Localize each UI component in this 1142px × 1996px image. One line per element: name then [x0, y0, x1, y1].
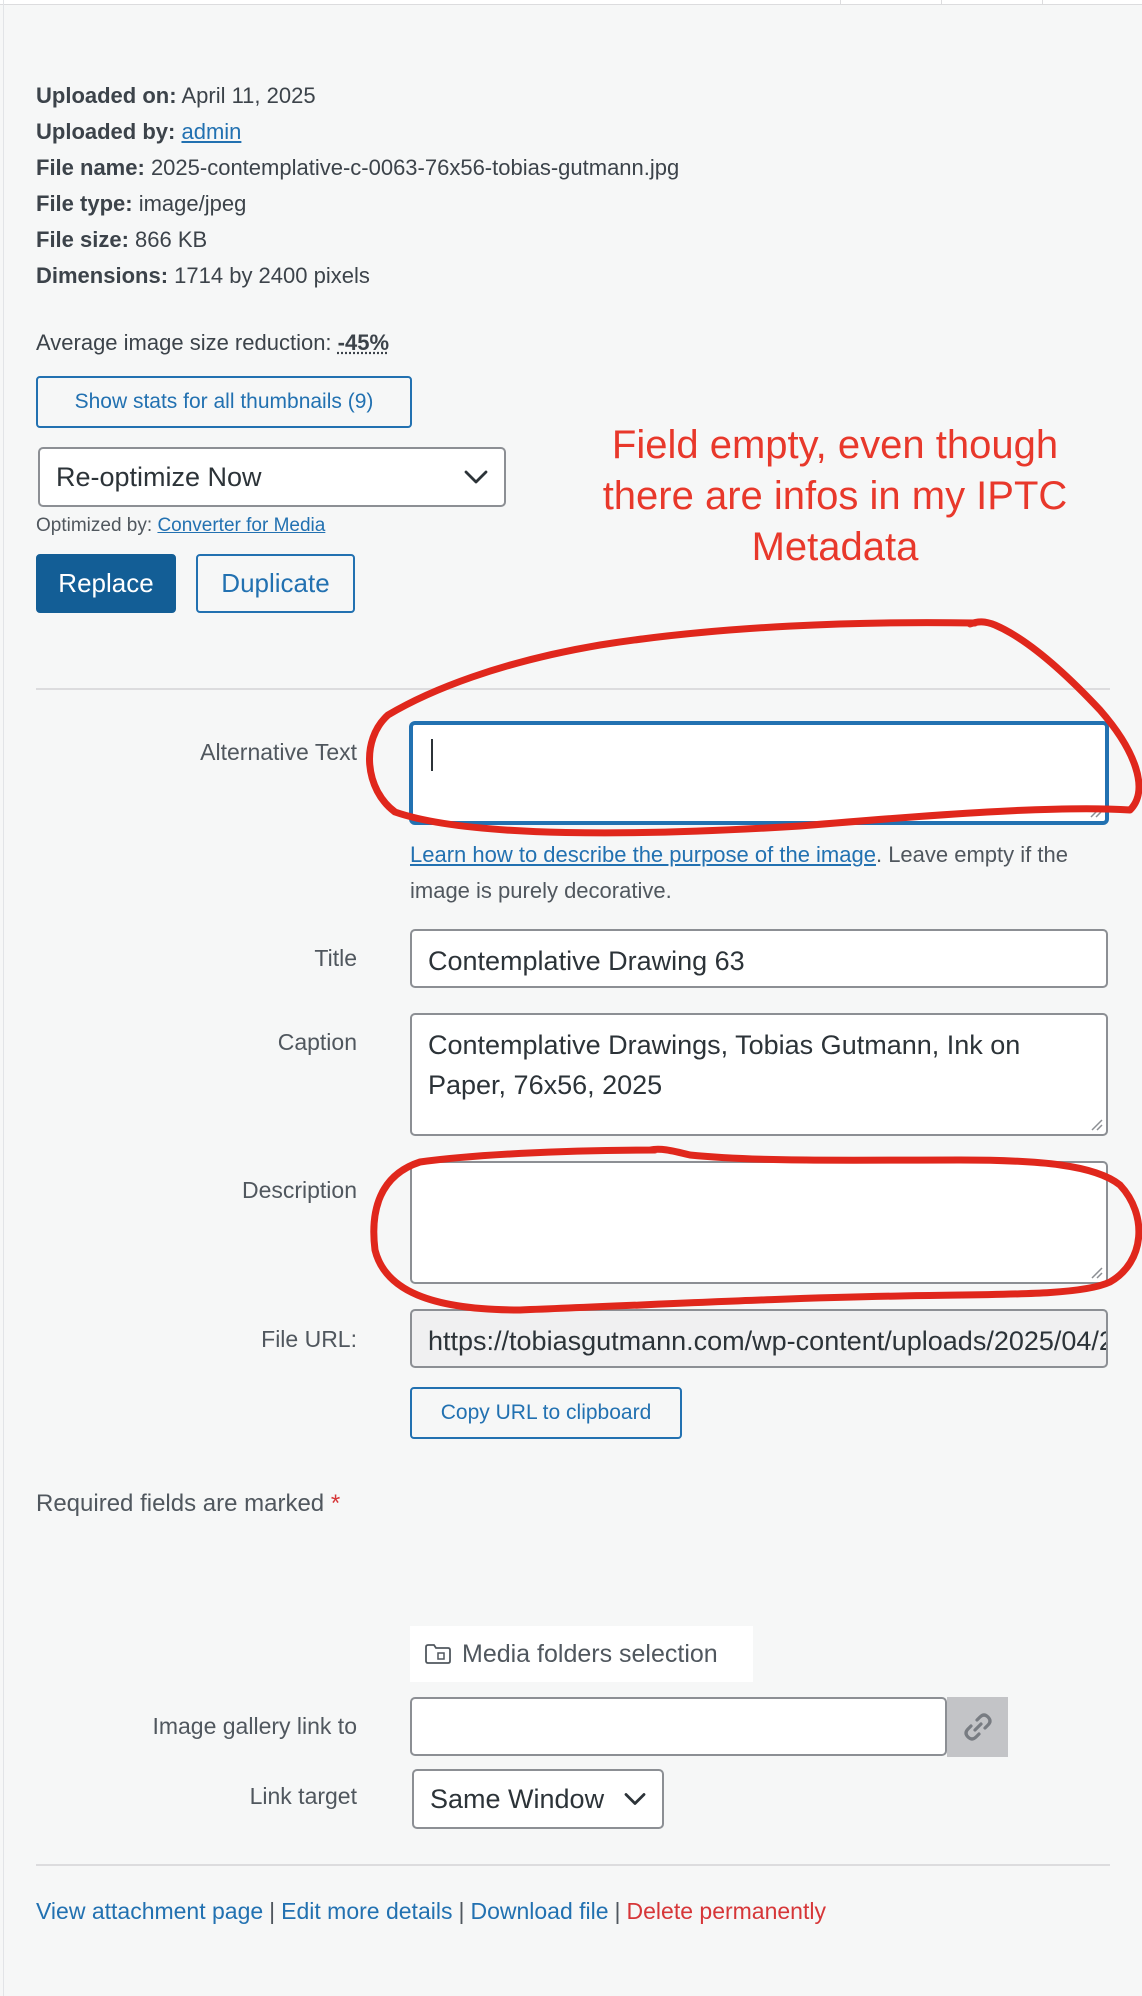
file-url-value: https://tobiasgutmann.com/wp-content/upl… [428, 1326, 1106, 1356]
chevron-down-icon [464, 470, 488, 484]
divider [36, 1864, 1110, 1866]
chevron-down-icon [624, 1793, 646, 1805]
optimization-action-value: Re-optimize Now [56, 461, 262, 492]
average-size-reduction: Average image size reduction: -45% [36, 330, 390, 355]
link-target-value: Same Window [430, 1783, 605, 1814]
alt-text-help: Learn how to describe the purpose of the… [410, 842, 1068, 903]
attachment-actions: View attachment page | Edit more details | D… [36, 1898, 826, 1924]
file-url-label: File URL: [261, 1326, 357, 1352]
toolbar-divider [840, 0, 841, 5]
folder-icon [425, 1644, 451, 1664]
caption-value: Contemplative Drawings, Tobias Gutmann, … [428, 1030, 1021, 1100]
panel-left-border [3, 0, 4, 1996]
description-field[interactable] [410, 1161, 1108, 1284]
alt-text-label: Alternative Text [200, 739, 357, 765]
title-field[interactable]: Contemplative Drawing 63 [410, 929, 1108, 988]
alt-help-link[interactable]: Learn how to describe the purpose of the… [410, 842, 876, 867]
edit-details-link[interactable]: Edit more details [281, 1898, 452, 1924]
title-label: Title [314, 945, 357, 971]
file-name-row: File name: 2025-contemplative-c-0063-76x… [36, 155, 680, 180]
alt-text-field[interactable] [410, 722, 1108, 824]
uploaded-on-value: April 11, 2025 [181, 83, 316, 108]
show-stats-button[interactable]: Show stats for all thumbnails (9) [36, 376, 412, 428]
annotation-note: Field empty, even though there are infos… [602, 423, 1068, 569]
text-cursor [431, 739, 433, 771]
delete-permanently-link[interactable]: Delete permanently [627, 1898, 826, 1924]
link-target-label: Link target [249, 1783, 357, 1809]
attachment-details: Uploaded on: April 11, 2025 Uploaded by:… [36, 78, 679, 294]
file-size-row: File size: 866 KB [36, 227, 208, 252]
uploaded-by-row: Uploaded by: admin [36, 119, 242, 144]
replace-button[interactable]: Replace [36, 554, 176, 613]
file-type-value: image/jpeg [138, 191, 247, 216]
file-type-row: File type: image/jpeg [36, 191, 247, 216]
converter-link[interactable]: Converter for Media [157, 515, 325, 536]
dimensions-row: Dimensions: 1714 by 2400 pixels [36, 263, 370, 288]
divider [36, 688, 1110, 690]
description-label: Description [241, 1177, 357, 1203]
gallery-link-label: Image gallery link to [152, 1713, 357, 1739]
required-star: * [330, 1490, 341, 1517]
dimensions-value: 1714 by 2400 pixels [174, 263, 370, 288]
reduction-percent[interactable]: -45% [338, 330, 389, 355]
required-fields-note: Required fields are marked * [36, 1490, 341, 1517]
toolbar-divider [1042, 0, 1043, 5]
resize-grip-icon[interactable] [1089, 1117, 1103, 1131]
gallery-link-input[interactable] [410, 1697, 947, 1756]
optimized-by: Optimized by: Converter for Media [36, 515, 326, 536]
link-target-select[interactable]: Same Window [412, 1769, 664, 1829]
download-file-link[interactable]: Download file [470, 1898, 608, 1924]
title-value: Contemplative Drawing 63 [428, 946, 745, 976]
uploaded-on-row: Uploaded on: April 11, 2025 [36, 83, 316, 108]
optimization-action-select[interactable]: Re-optimize Now [38, 447, 506, 507]
media-folders-button[interactable]: Media folders selection [410, 1626, 753, 1682]
copy-url-button[interactable]: Copy URL to clipboard [410, 1387, 682, 1439]
resize-grip-icon[interactable] [1089, 1265, 1103, 1279]
view-attachment-link[interactable]: View attachment page [36, 1898, 263, 1924]
caption-field[interactable]: Contemplative Drawings, Tobias Gutmann, … [410, 1013, 1108, 1136]
link-button[interactable] [947, 1697, 1008, 1757]
toolbar-divider [941, 0, 942, 5]
uploaded-by-link[interactable]: admin [181, 119, 241, 144]
file-size-value: 866 KB [135, 227, 208, 252]
resize-grip-icon[interactable] [1088, 804, 1102, 818]
link-icon [963, 1713, 992, 1741]
caption-label: Caption [277, 1029, 357, 1055]
duplicate-button[interactable]: Duplicate [196, 554, 355, 613]
file-url-field[interactable]: https://tobiasgutmann.com/wp-content/upl… [410, 1309, 1108, 1368]
top-toolbar-edge [0, 0, 1142, 5]
file-name-value: 2025-contemplative-c-0063-76x56-tobias-g… [150, 155, 680, 180]
